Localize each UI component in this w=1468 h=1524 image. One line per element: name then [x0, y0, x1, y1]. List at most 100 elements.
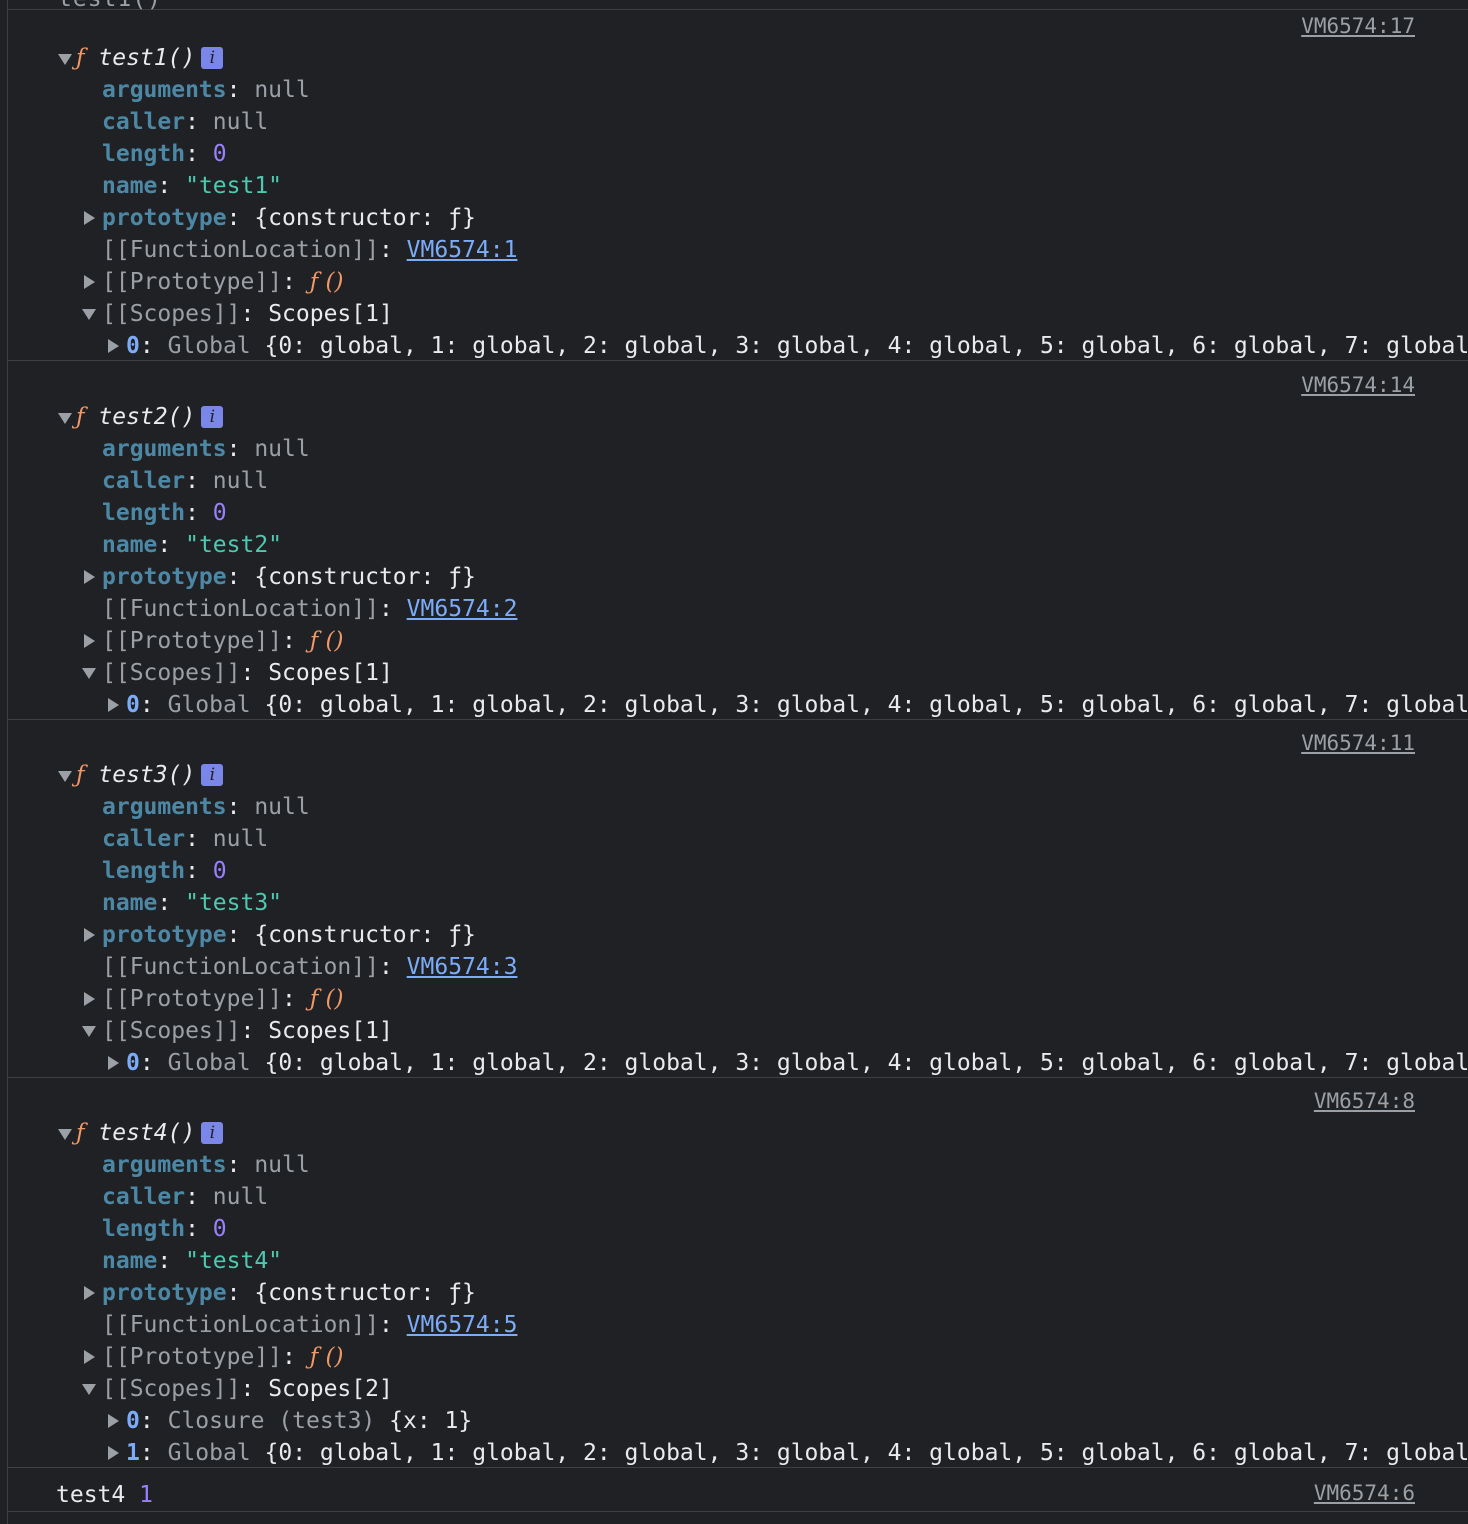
collapse-triangle-icon[interactable]	[58, 771, 72, 782]
property-key: arguments	[102, 1152, 227, 1178]
function-header[interactable]: ƒ test1() i	[76, 42, 224, 74]
source-link[interactable]: VM6574:14	[1301, 373, 1415, 397]
scope-entry[interactable]: 0: Global {0: global, 1: global, 2: glob…	[126, 1047, 1468, 1079]
property-key: [[Prototype]]	[102, 269, 283, 295]
expand-triangle-icon[interactable]	[84, 992, 95, 1006]
property-value: Scopes[1]	[268, 1018, 393, 1044]
scope-entry[interactable]: 0: Global {0: global, 1: global, 2: glob…	[126, 330, 1468, 362]
function-name: test2()	[98, 404, 196, 430]
expand-triangle-icon[interactable]	[84, 211, 95, 225]
collapse-triangle-icon[interactable]	[82, 309, 96, 320]
expand-triangle-icon[interactable]	[84, 1286, 95, 1300]
function-keyword: ƒ	[76, 404, 85, 430]
property-scopes[interactable]: [[Scopes]]: Scopes[1]	[102, 657, 393, 689]
collapse-triangle-icon[interactable]	[58, 1129, 72, 1140]
colon: :	[378, 596, 407, 622]
property-prototype[interactable]: prototype: {constructor: ƒ}	[102, 202, 476, 234]
colon: :	[240, 1018, 269, 1044]
property-prototype[interactable]: prototype: {constructor: ƒ}	[102, 561, 476, 593]
function-location-link[interactable]: VM6574:1	[407, 237, 518, 263]
console-log-message: VM6574:6 test4 1	[8, 1477, 1468, 1512]
property-value: "test2"	[185, 532, 283, 558]
colon: :	[282, 628, 310, 654]
colon: :	[185, 1216, 213, 1242]
colon: :	[185, 826, 213, 852]
source-link[interactable]: VM6574:17	[1301, 14, 1415, 38]
colon: :	[240, 660, 269, 686]
expand-triangle-icon[interactable]	[84, 275, 95, 289]
function-location-link[interactable]: VM6574:5	[407, 1312, 518, 1338]
scope-entry[interactable]: 1: Global {0: global, 1: global, 2: glob…	[126, 1437, 1468, 1469]
collapse-triangle-icon[interactable]	[82, 1384, 96, 1395]
info-icon[interactable]: i	[201, 1122, 224, 1144]
info-icon[interactable]: i	[201, 406, 224, 428]
scope-entry[interactable]: 0: Global {0: global, 1: global, 2: glob…	[126, 689, 1468, 721]
expand-triangle-icon[interactable]	[108, 1414, 119, 1428]
expand-triangle-icon[interactable]	[108, 339, 119, 353]
function-header[interactable]: ƒ test2() i	[76, 401, 224, 433]
function-header[interactable]: ƒ test3() i	[76, 759, 224, 791]
scope-type: Global	[167, 692, 251, 718]
scope-index: 0	[126, 692, 140, 718]
expand-triangle-icon[interactable]	[108, 698, 119, 712]
property-arguments: arguments: null	[102, 74, 310, 106]
expand-triangle-icon[interactable]	[108, 1446, 119, 1460]
colon: :	[226, 922, 255, 948]
colon: :	[139, 1050, 168, 1076]
property-value: ƒ ()	[309, 986, 344, 1012]
console-message: VM6574:11 ƒ test3() i arguments: null caller…	[8, 727, 1468, 1078]
property-value: null	[212, 468, 269, 494]
expand-triangle-icon[interactable]	[84, 634, 95, 648]
property-value: ƒ ()	[309, 628, 344, 654]
colon: :	[226, 205, 255, 231]
property-caller: caller: null	[102, 823, 268, 855]
console-message: VM6574:8 ƒ test4() i arguments: null caller:…	[8, 1085, 1468, 1468]
function-name: test1()	[98, 45, 196, 71]
property-scopes[interactable]: [[Scopes]]: Scopes[1]	[102, 298, 393, 330]
function-header[interactable]: ƒ test4() i	[76, 1117, 224, 1149]
source-link[interactable]: VM6574:11	[1301, 731, 1415, 755]
property-internal-prototype[interactable]: [[Prototype]]: ƒ ()	[102, 625, 344, 657]
property-internal-prototype[interactable]: [[Prototype]]: ƒ ()	[102, 266, 344, 298]
colon: :	[157, 1248, 186, 1274]
colon: :	[378, 954, 407, 980]
colon: :	[185, 500, 213, 526]
property-value: 0	[212, 141, 227, 167]
function-name: test3()	[98, 762, 196, 788]
scope-preview: {0: global, 1: global, 2: global, 3: glo…	[264, 333, 1468, 359]
property-scopes[interactable]: [[Scopes]]: Scopes[2]	[102, 1373, 393, 1405]
function-name: test4()	[98, 1120, 196, 1146]
expand-triangle-icon[interactable]	[108, 1056, 119, 1070]
info-icon[interactable]: i	[201, 764, 224, 786]
property-scopes[interactable]: [[Scopes]]: Scopes[1]	[102, 1015, 393, 1047]
collapse-triangle-icon[interactable]	[82, 1026, 96, 1037]
property-value: null	[254, 77, 310, 103]
property-prototype[interactable]: prototype: {constructor: ƒ}	[102, 1277, 476, 1309]
collapse-triangle-icon[interactable]	[58, 54, 72, 65]
property-arguments: arguments: null	[102, 433, 310, 465]
property-value: {constructor: ƒ}	[254, 1280, 476, 1306]
expand-triangle-icon[interactable]	[84, 570, 95, 584]
property-internal-prototype[interactable]: [[Prototype]]: ƒ ()	[102, 983, 344, 1015]
property-key: caller	[102, 826, 186, 852]
colon: :	[378, 1312, 407, 1338]
function-location-link[interactable]: VM6574:3	[407, 954, 518, 980]
expand-triangle-icon[interactable]	[84, 1350, 95, 1364]
expand-triangle-icon[interactable]	[84, 928, 95, 942]
function-location-link[interactable]: VM6574:2	[407, 596, 518, 622]
property-key: [[Scopes]]	[102, 1018, 241, 1044]
scope-index: 0	[126, 1050, 140, 1076]
property-name: name: "test4"	[102, 1245, 282, 1277]
property-value: ƒ ()	[309, 1344, 344, 1370]
info-icon[interactable]: i	[201, 47, 224, 69]
property-value: Scopes[1]	[268, 660, 393, 686]
collapse-triangle-icon[interactable]	[82, 668, 96, 679]
scope-entry[interactable]: 0: Closure (test3) {x: 1}	[126, 1405, 472, 1437]
property-caller: caller: null	[102, 1181, 268, 1213]
collapse-triangle-icon[interactable]	[58, 413, 72, 424]
source-link[interactable]: VM6574:6	[1314, 1481, 1415, 1505]
source-link[interactable]: VM6574:8	[1314, 1089, 1415, 1113]
property-prototype[interactable]: prototype: {constructor: ƒ}	[102, 919, 476, 951]
property-internal-prototype[interactable]: [[Prototype]]: ƒ ()	[102, 1341, 344, 1373]
colon: :	[226, 794, 255, 820]
